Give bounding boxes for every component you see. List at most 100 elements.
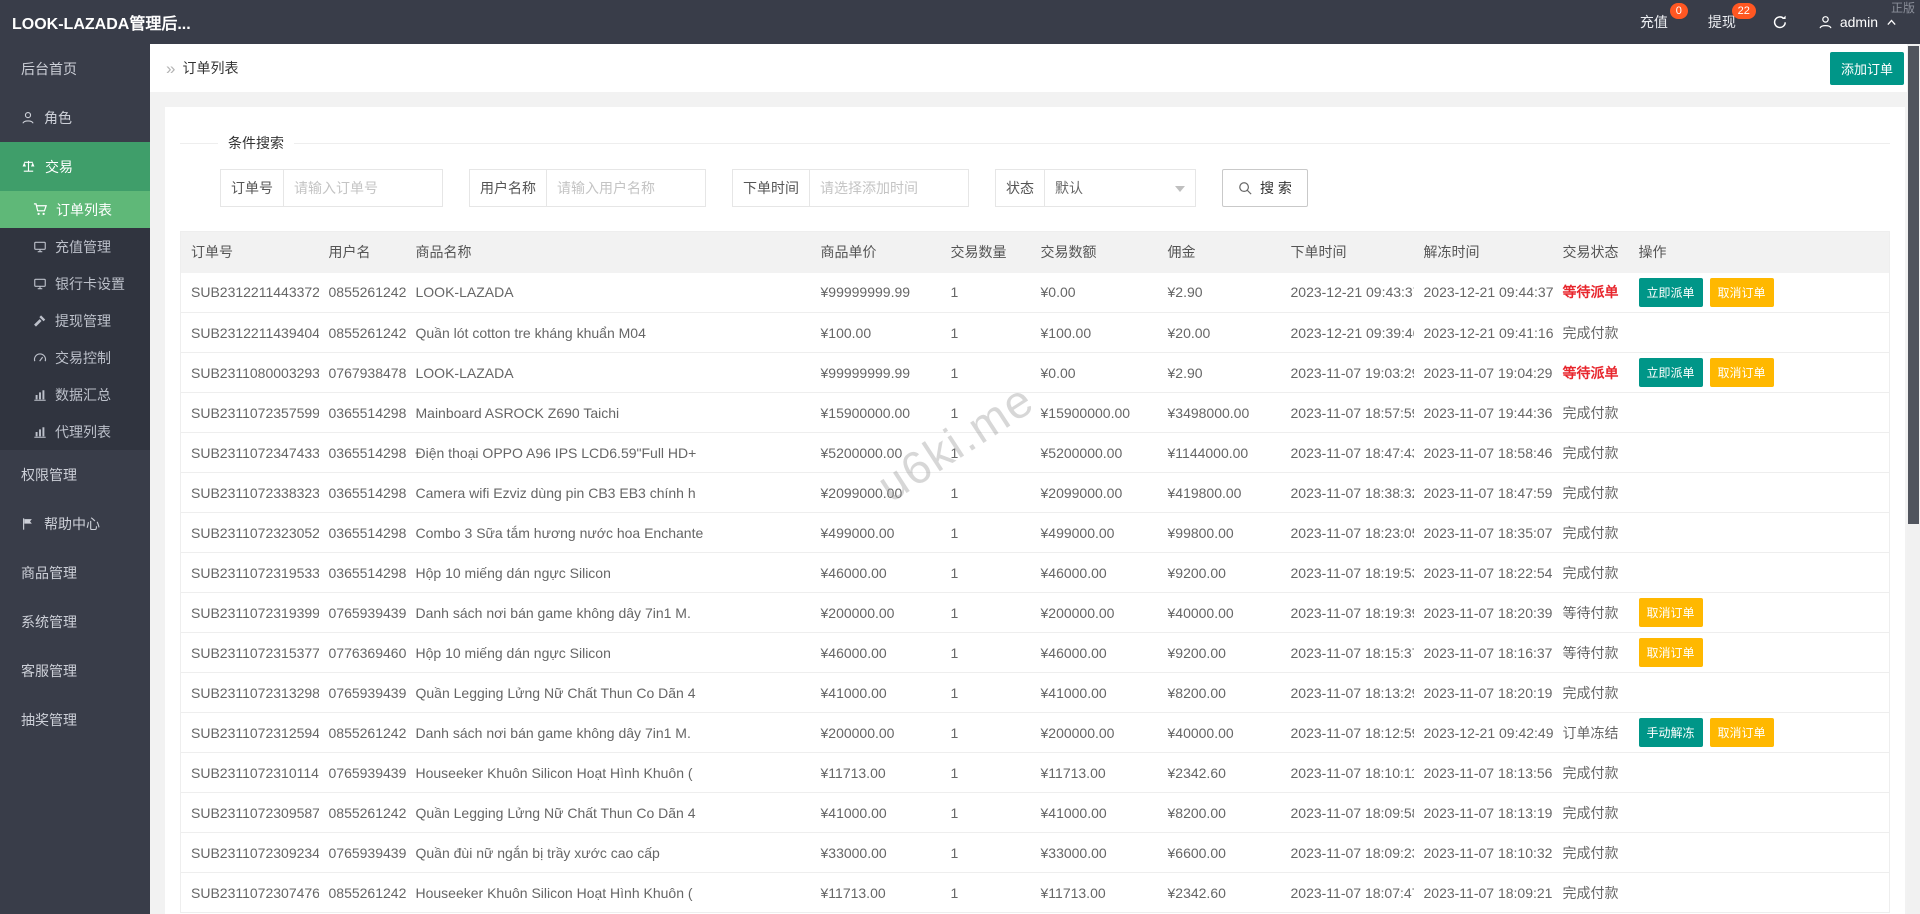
actions-cell: [1628, 512, 1890, 553]
status-cell: 完成付款: [1552, 552, 1629, 593]
sidebar-item-1[interactable]: 角色: [0, 93, 150, 142]
commission-cell: ¥40000.00: [1157, 712, 1281, 753]
product-cell: Hộp 10 miếng dán ngực Silicon: [405, 552, 811, 593]
search-field-input-0[interactable]: [284, 170, 442, 206]
status-cell: 完成付款: [1552, 432, 1629, 473]
cancel-order-button[interactable]: 取消订单: [1638, 638, 1703, 667]
unfreeze-time-cell: 2023-12-21 09:42:49: [1413, 712, 1553, 753]
status-selected-value: 默认: [1055, 180, 1083, 196]
unfreeze-time-cell: 2023-11-07 18:20:19: [1413, 672, 1553, 713]
header-nav-label: 充值: [1639, 14, 1668, 30]
user-cell: 0365514298: [318, 432, 406, 473]
sidebar-item-9[interactable]: 代理列表: [0, 413, 150, 450]
unfreeze-time-cell: 2023-12-21 09:41:16: [1413, 312, 1553, 353]
header-nav-item-0[interactable]: 充值 0: [1620, 0, 1688, 44]
amount-cell: ¥41000.00: [1030, 672, 1158, 713]
sidebar-item-13[interactable]: 系统管理: [0, 597, 150, 646]
cancel-order-button[interactable]: 取消订单: [1709, 718, 1774, 747]
order-time-cell: 2023-11-07 18:13:29: [1280, 672, 1414, 713]
user-cell: 0765939439: [318, 592, 406, 633]
price-cell: ¥46000.00: [810, 552, 941, 593]
status-label: 状态: [996, 170, 1045, 206]
sidebar-item-10[interactable]: 权限管理: [0, 450, 150, 499]
product-cell: Danh sách nơi bán game không dây 7in1 M.: [405, 592, 811, 633]
sidebar-item-2[interactable]: 交易: [0, 142, 150, 191]
table-row: SUB2311072309234970765939439Quần đùi nữ …: [180, 832, 1890, 873]
table-row: SUB2311072313298740765939439Quần Legging…: [180, 672, 1890, 713]
search-field-input-1[interactable]: [547, 170, 705, 206]
amount-cell: ¥499000.00: [1030, 512, 1158, 553]
scrollbar-thumb[interactable]: [1908, 46, 1919, 524]
table-row: SUB2311072315377540776369460Hộp 10 miếng…: [180, 632, 1890, 673]
qty-cell: 1: [940, 632, 1031, 673]
sidebar-item-15[interactable]: 抽奖管理: [0, 695, 150, 744]
product-cell: LOOK-LAZADA: [405, 272, 811, 313]
status-cell: 完成付款: [1552, 872, 1629, 913]
commission-cell: ¥99800.00: [1157, 512, 1281, 553]
sidebar-item-5[interactable]: 银行卡设置: [0, 265, 150, 302]
search-button[interactable]: 搜 索: [1222, 169, 1308, 207]
product-cell: Hộp 10 miếng dán ngực Silicon: [405, 632, 811, 673]
actions-cell: 手动解冻 取消订单: [1628, 712, 1890, 753]
orders-table-body: SUB2312211443372930855261242LOOK-LAZADA¥…: [180, 272, 1890, 913]
table-header-cell: 交易状态: [1552, 231, 1629, 273]
unfreeze-time-cell: 2023-11-07 18:13:19: [1413, 792, 1553, 833]
user-cell: 0767938478: [318, 352, 406, 393]
qty-cell: 1: [940, 712, 1031, 753]
cancel-order-button[interactable]: 取消订单: [1709, 277, 1774, 307]
sidebar-item-8[interactable]: 数据汇总: [0, 376, 150, 413]
vertical-scrollbar[interactable]: [1907, 44, 1920, 914]
unfreeze-time-cell: 2023-11-07 19:04:29: [1413, 352, 1553, 393]
sidebar-item-6[interactable]: 提现管理: [0, 302, 150, 339]
sidebar-item-4[interactable]: 充值管理: [0, 228, 150, 265]
header-nav-item-1[interactable]: 提现 22: [1688, 0, 1756, 44]
sidebar: 后台首页角色交易订单列表 充值管理 银行卡设置 提现管理 交易控制 数据汇总 代理列表 权限管…: [0, 44, 150, 914]
qty-cell: 1: [940, 472, 1031, 513]
cancel-order-button[interactable]: 取消订单: [1638, 598, 1703, 627]
sidebar-item-label: 交易: [45, 158, 73, 175]
table-row: SUB2311072319399730765939439Danh sách nơ…: [180, 592, 1890, 633]
sidebar-item-11[interactable]: 帮助中心: [0, 499, 150, 548]
actions-cell: [1628, 472, 1890, 513]
cancel-order-button[interactable]: 取消订单: [1709, 358, 1774, 387]
commission-cell: ¥8200.00: [1157, 792, 1281, 833]
dispatch-order-button[interactable]: 立即派单: [1638, 358, 1703, 387]
order-time-cell: 2023-12-21 09:43:37: [1280, 272, 1414, 313]
table-row: SUB2311072347433830365514298Điện thoại O…: [180, 432, 1890, 473]
order-time-cell: 2023-12-21 09:39:40: [1280, 312, 1414, 353]
sidebar-item-7[interactable]: 交易控制: [0, 339, 150, 376]
sidebar-item-label: 角色: [44, 109, 72, 126]
user-cell: 0765939439: [318, 752, 406, 793]
order-time-cell: 2023-11-07 18:10:11: [1280, 752, 1414, 793]
add-order-button[interactable]: 添加订单: [1829, 51, 1904, 85]
sidebar-item-12[interactable]: 商品管理: [0, 548, 150, 597]
user-cell: 0855261242: [318, 272, 406, 313]
commission-cell: ¥2342.60: [1157, 872, 1281, 913]
refresh-button[interactable]: [1756, 0, 1804, 44]
sidebar-item-14[interactable]: 客服管理: [0, 646, 150, 695]
table-row: SUB2312211443372930855261242LOOK-LAZADA¥…: [180, 272, 1890, 313]
sidebar-item-3[interactable]: 订单列表: [0, 191, 150, 228]
search-field-input-2[interactable]: [810, 170, 968, 206]
unfreeze-time-cell: 2023-11-07 18:20:39: [1413, 592, 1553, 633]
search-field-label: 下单时间: [733, 170, 810, 206]
sidebar-item-0[interactable]: 后台首页: [0, 44, 150, 93]
commission-cell: ¥8200.00: [1157, 672, 1281, 713]
dispatch-order-button[interactable]: 立即派单: [1638, 277, 1703, 307]
product-cell: Quần Legging Lửng Nữ Chất Thun Co Dãn 4: [405, 792, 811, 833]
dispatch-order-button[interactable]: 手动解冻: [1638, 718, 1703, 747]
table-header-cell: 操作: [1628, 231, 1890, 273]
product-cell: Điện thoại OPPO A96 IPS LCD6.59"Full HD+: [405, 432, 811, 473]
order-no-cell: SUB231107232305210: [180, 512, 319, 553]
monitor-icon: [33, 240, 47, 254]
flag-icon: [21, 517, 35, 531]
table-header-cell: 交易数量: [940, 231, 1031, 273]
price-cell: ¥99999999.99: [810, 272, 941, 313]
qty-cell: 1: [940, 832, 1031, 873]
search-field-label: 订单号: [221, 170, 284, 206]
qty-cell: 1: [940, 672, 1031, 713]
actions-cell: 取消订单: [1628, 592, 1890, 633]
table-header-cell: 订单号: [180, 231, 319, 273]
order-no-cell: SUB231108000329366: [180, 352, 319, 393]
status-select[interactable]: 默认: [1045, 170, 1195, 206]
